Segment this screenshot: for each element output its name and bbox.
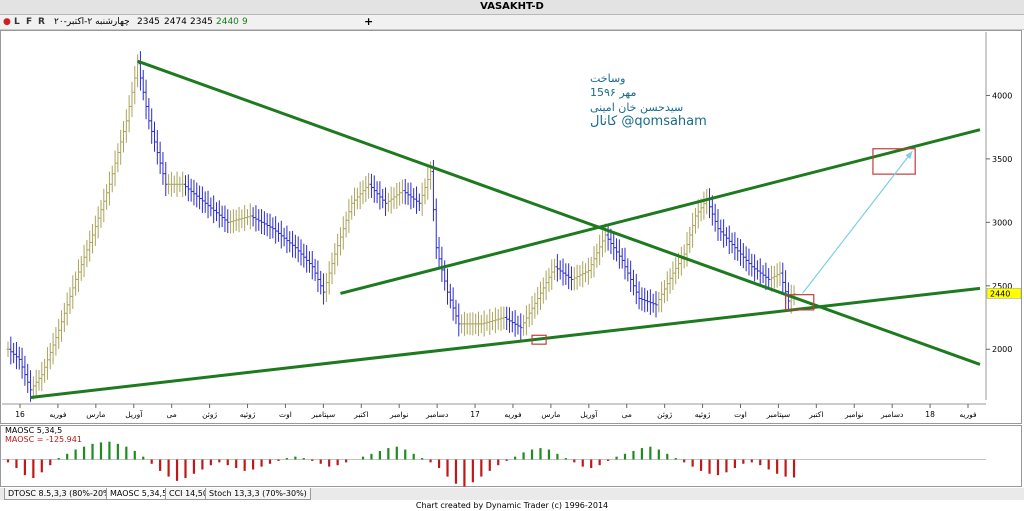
- x-tick-label: سپتامبر: [311, 410, 336, 419]
- y-tick-label: 3500: [992, 155, 1012, 164]
- x-tick-label: 16: [15, 410, 25, 419]
- tab-maosc[interactable]: MAOSC 5,34,5: [106, 488, 172, 500]
- y-tick-label: 3000: [992, 218, 1012, 227]
- x-tick-label: مارس: [541, 410, 560, 419]
- x-tick-label: می: [167, 410, 177, 419]
- x-tick-label: نوامبر: [389, 410, 408, 419]
- y-axis: 400035003000250020002440: [985, 32, 1022, 400]
- x-tick-label: دسامبر: [880, 410, 903, 419]
- x-tick-label: اکتبر: [808, 410, 823, 419]
- maosc-histogram: [2, 441, 986, 487]
- x-tick-label: می: [622, 410, 632, 419]
- x-tick-label: 17: [470, 410, 480, 419]
- x-tick-label: نوامبر: [844, 410, 863, 419]
- indicator-tabs: DTOSC 8.5,3,3 (80%-20%) MAOSC 5,34,5 CCI…: [0, 488, 1024, 500]
- tab-dtosc[interactable]: DTOSC 8.5,3,3 (80%-20%): [4, 488, 118, 500]
- annotation-line-2: 15مهر ۹۶: [590, 86, 637, 99]
- x-tick-label: فوریه: [49, 410, 67, 419]
- x-tick-label: اکتبر: [353, 410, 368, 419]
- x-tick-label: ژوئیه: [695, 410, 711, 419]
- projection-arrow: [802, 150, 913, 294]
- indicator-value: MAOSC = -125.941: [5, 435, 82, 444]
- annotation-line-1: وساخت: [590, 72, 626, 85]
- x-tick-label: فوریه: [504, 410, 522, 419]
- x-tick-label: ژوئیه: [240, 410, 256, 419]
- x-tick-label: سپتامبر: [766, 410, 791, 419]
- arrowhead-icon: [905, 151, 913, 160]
- annotation-line-3: سیدحسن خان امینی: [590, 101, 684, 114]
- x-axis: 16 فوریه مارس آوریل می ژوئن ژوئیه اوت سپتامبر اکت…: [2, 403, 986, 419]
- x-tick-label: آوریل: [125, 409, 143, 419]
- x-tick-label: فوریه: [959, 410, 977, 419]
- x-tick-label: اوت: [279, 410, 292, 419]
- x-tick-label: ژوئن: [657, 410, 672, 419]
- trendlines: [30, 59, 981, 399]
- current-price-label: 2440: [990, 289, 1010, 298]
- chart-credit: Chart created by Dynamic Trader (c) 1996…: [415, 501, 609, 510]
- x-tick-label: ژوئن: [202, 410, 217, 419]
- annotation-line-4: کانال @qomsaham: [590, 114, 707, 129]
- x-tick-label: مارس: [86, 410, 105, 419]
- trendline: [30, 286, 981, 399]
- x-tick-label: دسامبر: [425, 410, 448, 419]
- y-tick-label: 4000: [992, 91, 1012, 100]
- x-tick-label: اوت: [734, 410, 747, 419]
- indicator-name: MAOSC 5,34,5: [5, 426, 63, 435]
- tab-stoch[interactable]: Stoch 13,3,3 (70%-30%): [205, 488, 311, 500]
- price-chart: 400035003000250020002440 16 فوریه مارس آوری…: [2, 32, 1022, 487]
- x-tick-label: آوریل: [580, 409, 598, 419]
- y-tick-label: 2000: [992, 345, 1012, 354]
- x-tick-label: 18: [925, 410, 935, 419]
